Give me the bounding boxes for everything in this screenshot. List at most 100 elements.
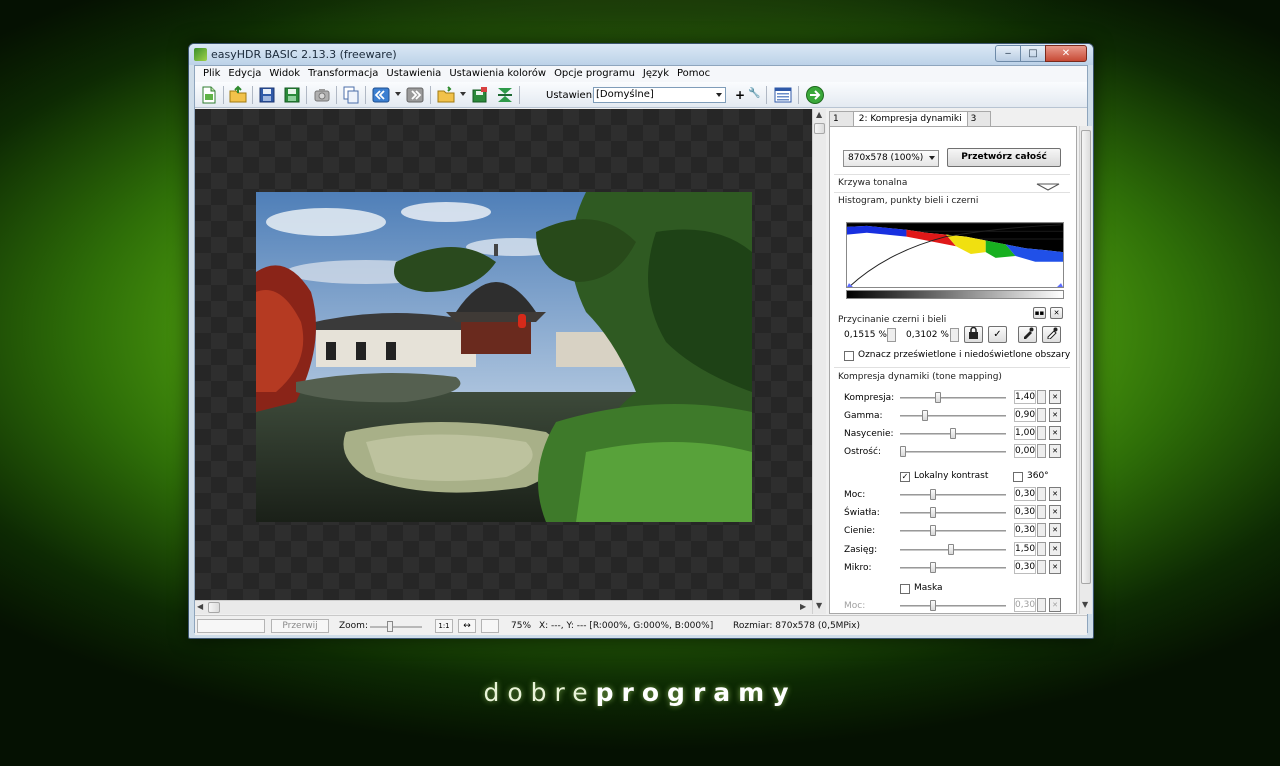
save-settings-icon[interactable] [470,85,490,105]
copy-icon[interactable] [341,85,361,105]
slider-value-field[interactable]: 0,30 [1014,559,1036,574]
slider-track[interactable] [900,530,1006,533]
open-settings-icon[interactable] [436,85,456,105]
collapse-arrow-icon[interactable] [1036,183,1060,191]
next-icon[interactable] [405,85,425,105]
menu-plik[interactable]: Plik [199,66,224,82]
slider-value-field[interactable]: 0,30 [1014,487,1036,501]
white-picker-button[interactable] [1042,326,1061,343]
slider-reset-button[interactable]: ✕ [1049,559,1061,574]
menu-opcje-programu[interactable]: Opcje programu [550,66,639,82]
scroll-left-icon[interactable]: ◀ [197,602,203,611]
interrupt-button[interactable]: Przerwij [271,619,329,633]
slider-reset-button[interactable]: ✕ [1049,541,1061,556]
white-clip-spinner[interactable] [950,328,959,342]
previous-icon[interactable] [371,85,391,105]
slider-reset-button[interactable]: ✕ [1049,444,1061,458]
zoom-fit-button[interactable]: ↔ [458,619,476,633]
slider-spinner[interactable] [1037,390,1046,404]
deg360-checkbox[interactable] [1013,472,1023,482]
camera-icon[interactable] [312,85,332,105]
menu-edycja[interactable]: Edycja [224,66,265,82]
histogram-mode-button[interactable]: ▪▪ [1033,307,1046,319]
slider-track[interactable] [900,605,1006,607]
slider-reset-button[interactable]: ✕ [1049,426,1061,440]
slider-track[interactable] [900,512,1006,515]
save-as-icon[interactable] [282,85,302,105]
zoom-slider-track[interactable] [370,626,422,628]
histogram-chart[interactable] [846,222,1064,288]
menu-ustawienia-kolorow[interactable]: Ustawienia kolorów [445,66,550,82]
tab-3[interactable]: 3 [966,111,992,126]
slider-spinner[interactable] [1037,408,1046,422]
slider-reset-button[interactable]: ✕ [1049,408,1061,422]
slider-spinner[interactable] [1037,487,1046,501]
zoom-1-1-button[interactable]: 1:1 [435,619,453,633]
slider-thumb[interactable] [935,392,941,403]
scroll-right-icon[interactable]: ▶ [800,602,806,611]
slider-thumb[interactable] [948,543,954,555]
merge-icon[interactable] [495,85,515,105]
slider-spinner[interactable] [1037,505,1046,520]
close-button[interactable]: ✕ [1045,45,1087,62]
previous-dropdown-icon[interactable] [395,92,401,96]
canvas-horizontal-scrollbar[interactable]: ◀ ▶ [195,600,812,614]
slider-spinner[interactable] [1037,444,1046,458]
tone-curve-title[interactable]: Krzywa tonalna [838,178,907,188]
title-bar[interactable]: easyHDR BASIC 2.13.3 (freeware) ‒ □ ✕ [189,44,1093,65]
slider-track[interactable] [900,415,1006,417]
open-folder-icon[interactable] [228,85,248,105]
open-settings-dropdown-icon[interactable] [460,92,466,96]
white-clip-field[interactable]: 0,3102 % [906,329,956,344]
hscroll-thumb[interactable] [208,602,220,613]
slider-reset-button[interactable]: ✕ [1049,487,1061,501]
slider-track[interactable] [900,566,1006,569]
slider-thumb[interactable] [922,410,928,421]
zoom-slider-thumb[interactable] [387,621,393,632]
scroll-down-icon[interactable]: ▼ [816,601,822,610]
menu-widok[interactable]: Widok [265,66,304,82]
save-icon[interactable] [257,85,277,105]
slider-reset-button[interactable]: ✕ [1049,523,1061,538]
menu-jezyk[interactable]: Język [639,66,673,82]
settings-preset-select[interactable]: [Domyślne] [593,87,726,103]
slider-thumb[interactable] [930,525,936,537]
maximize-button[interactable]: □ [1020,45,1046,62]
zoom-fill-button[interactable] [481,619,499,633]
slider-thumb[interactable] [930,561,936,573]
slider-spinner[interactable] [1037,559,1046,574]
scroll-down-icon[interactable]: ▼ [1082,600,1088,609]
slider-spinner[interactable] [1037,426,1046,440]
forward-icon[interactable] [805,85,825,105]
slider-thumb[interactable] [950,428,956,439]
panel-icon[interactable] [773,85,793,105]
menu-ustawienia[interactable]: Ustawienia [382,66,445,82]
panel-vscroll-thumb[interactable] [1081,130,1091,584]
slider-track[interactable] [900,451,1006,453]
slider-spinner[interactable] [1037,523,1046,538]
slider-thumb[interactable] [930,489,936,500]
slider-spinner[interactable] [1037,598,1046,612]
slider-track[interactable] [900,397,1006,399]
slider-reset-button[interactable]: ✕ [1049,505,1061,520]
menu-transformacja[interactable]: Transformacja [304,66,382,82]
mask-checkbox[interactable] [900,584,910,594]
slider-value-field[interactable]: 0,90 [1014,408,1036,422]
slider-value-field[interactable]: 0,30 [1014,598,1036,612]
add-preset-button[interactable]: + [735,88,745,102]
local-contrast-checkbox[interactable]: ✓ [900,472,910,482]
menu-pomoc[interactable]: Pomoc [673,66,714,82]
slider-value-field[interactable]: 0,00 [1014,444,1036,458]
slider-thumb[interactable] [930,600,936,611]
scroll-up-icon[interactable]: ▲ [816,110,822,119]
image-canvas[interactable] [195,109,812,600]
histogram-reset-button[interactable]: ✕ [1050,307,1063,319]
vscroll-thumb[interactable] [814,123,825,134]
slider-value-field[interactable]: 1,40 [1014,390,1036,404]
slider-value-field[interactable]: 1,50 [1014,541,1036,556]
slider-value-field[interactable]: 0,30 [1014,505,1036,520]
slider-thumb[interactable] [900,446,906,457]
black-picker-button[interactable] [1018,326,1037,343]
canvas-vertical-scrollbar[interactable]: ▲ ▼ [812,109,826,614]
slider-value-field[interactable]: 1,00 [1014,426,1036,440]
